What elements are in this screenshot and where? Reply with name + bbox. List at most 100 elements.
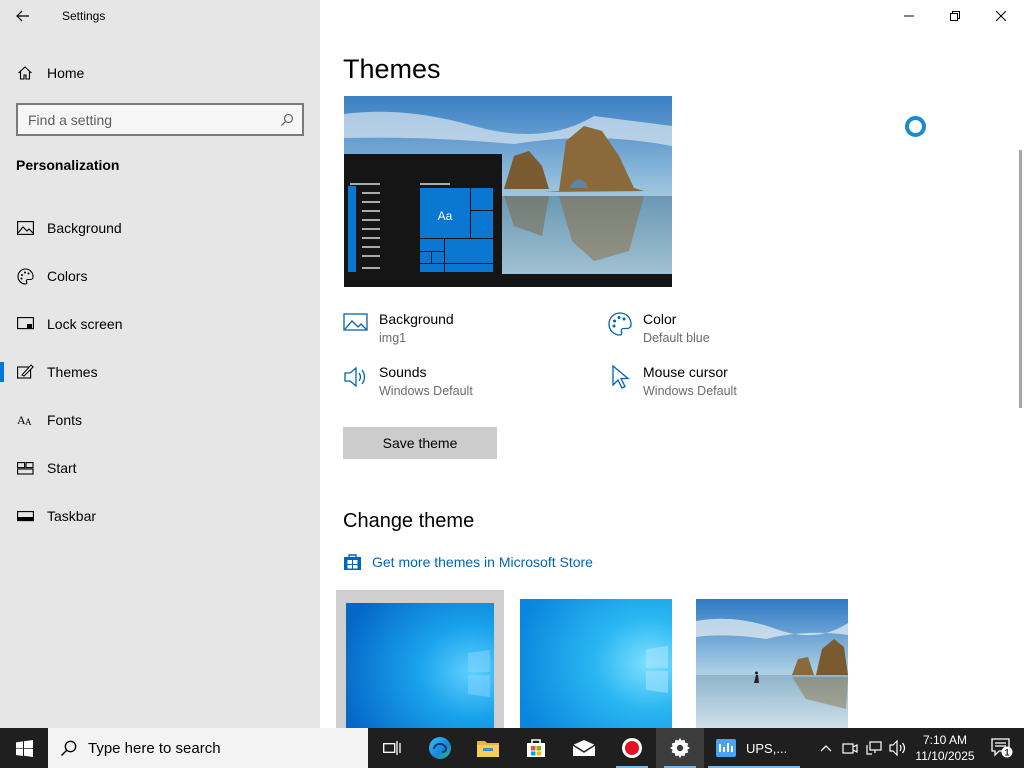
cursor-icon (607, 364, 633, 390)
personalization-nav: Background Colors Lock screen Themes AA … (0, 204, 320, 540)
cursor-value: Windows Default (643, 384, 737, 398)
picture-icon (343, 311, 369, 337)
svg-text:A: A (25, 417, 32, 427)
show-hidden-icons-button[interactable] (814, 728, 838, 768)
home-icon (17, 65, 33, 81)
change-theme-heading: Change theme (343, 510, 475, 532)
page-title: Themes (343, 54, 441, 84)
search-icon[interactable] (272, 113, 302, 127)
nav-label: Themes (47, 364, 98, 380)
record-icon (622, 738, 642, 758)
palette-icon (16, 267, 34, 285)
minimize-button[interactable] (886, 0, 932, 32)
store-link[interactable]: Get more themes in Microsoft Store (343, 552, 593, 571)
mail-button[interactable] (560, 728, 608, 768)
main-content: Themes Aa Background img1 Color Default … (320, 0, 1024, 730)
back-arrow-icon (16, 10, 29, 22)
nav-item-background[interactable]: Background (0, 204, 320, 252)
restore-button[interactable] (932, 0, 978, 32)
font-icon: AA (16, 411, 34, 429)
nav-item-colors[interactable]: Colors (0, 252, 320, 300)
mail-icon (572, 740, 596, 756)
palette-icon (607, 311, 633, 337)
nav-item-themes[interactable]: Themes (0, 348, 320, 396)
home-label: Home (47, 65, 85, 81)
lock-screen-icon (16, 315, 34, 333)
nav-label: Fonts (47, 412, 83, 428)
theme-preview: Aa (344, 96, 672, 287)
background-label: Background (379, 311, 454, 327)
volume-button[interactable] (886, 728, 910, 768)
scrollbar[interactable] (1019, 150, 1022, 408)
preview-tile-text: Aa (438, 209, 453, 223)
nav-item-taskbar[interactable]: Taskbar (0, 492, 320, 540)
sounds-property[interactable]: Sounds Windows Default (343, 364, 473, 401)
sounds-label: Sounds (379, 364, 427, 380)
find-setting-search[interactable] (16, 103, 304, 136)
chevron-up-icon (820, 745, 832, 752)
taskbar: Type here to search UPS,... 7:10 AM 11/1… (0, 728, 1024, 768)
back-button[interactable] (0, 0, 46, 32)
task-view-icon (383, 741, 401, 755)
color-property[interactable]: Color Default blue (607, 311, 710, 348)
edge-icon (429, 737, 451, 759)
mouse-cursor-property[interactable]: Mouse cursor Windows Default (607, 364, 737, 401)
home-nav-item[interactable]: Home (0, 58, 320, 88)
start-icon (16, 459, 34, 477)
close-button[interactable] (978, 0, 1024, 32)
nav-label: Taskbar (47, 508, 97, 524)
notification-icon: 1 (991, 738, 1013, 758)
clock-time: 7:10 AM (922, 733, 968, 747)
nav-item-lock-screen[interactable]: Lock screen (0, 300, 320, 348)
store-button[interactable] (512, 728, 560, 768)
recorder-button[interactable] (608, 728, 656, 768)
cursor-label: Mouse cursor (643, 364, 728, 380)
minimize-icon (904, 15, 914, 17)
sounds-value: Windows Default (379, 384, 473, 398)
nav-item-fonts[interactable]: AA Fonts (0, 396, 320, 444)
speaker-icon (343, 364, 369, 390)
theme-thumbnail-windows-light[interactable] (520, 599, 672, 728)
nav-label: Start (47, 460, 77, 476)
notification-center-button[interactable]: 1 (980, 728, 1024, 768)
file-explorer-button[interactable] (464, 728, 512, 768)
titlebar-left: Settings (0, 0, 320, 32)
save-theme-button[interactable]: Save theme (343, 427, 497, 459)
app-title: Settings (62, 9, 106, 23)
ups-app-button[interactable]: UPS,... (704, 728, 804, 768)
background-property[interactable]: Background img1 (343, 311, 454, 348)
store-bag-icon (527, 739, 545, 757)
brush-icon (16, 363, 34, 381)
taskbar-search[interactable]: Type here to search (48, 728, 368, 768)
store-link-text: Get more themes in Microsoft Store (372, 553, 593, 570)
ups-app-icon (716, 739, 736, 757)
speaker-icon (889, 740, 906, 756)
search-icon (48, 740, 88, 757)
nav-label: Background (47, 220, 122, 236)
theme-thumbnail-beach[interactable] (696, 599, 848, 728)
task-view-button[interactable] (368, 728, 416, 768)
nav-item-start[interactable]: Start (0, 444, 320, 492)
gear-icon (670, 738, 690, 758)
clock-date: 11/10/2025 (915, 749, 975, 763)
close-icon (996, 11, 1006, 21)
meet-now-button[interactable] (838, 728, 862, 768)
picture-icon (16, 219, 34, 237)
taskbar-icon (16, 507, 34, 525)
camera-icon (842, 743, 858, 754)
loading-spinner (905, 116, 926, 137)
theme-thumbnail-windows[interactable] (346, 603, 494, 728)
network-button[interactable] (862, 728, 886, 768)
notification-count: 1 (1004, 748, 1009, 758)
edge-button[interactable] (416, 728, 464, 768)
background-value: img1 (379, 331, 407, 345)
color-value: Default blue (643, 331, 710, 345)
find-setting-input[interactable] (18, 111, 272, 128)
start-button[interactable] (0, 728, 48, 768)
folder-icon (477, 741, 499, 757)
section-title: Personalization (16, 157, 120, 173)
nav-label: Lock screen (47, 316, 123, 332)
settings-button[interactable] (656, 728, 704, 768)
window-controls (886, 0, 1024, 32)
clock[interactable]: 7:10 AM 11/10/2025 (910, 732, 980, 764)
